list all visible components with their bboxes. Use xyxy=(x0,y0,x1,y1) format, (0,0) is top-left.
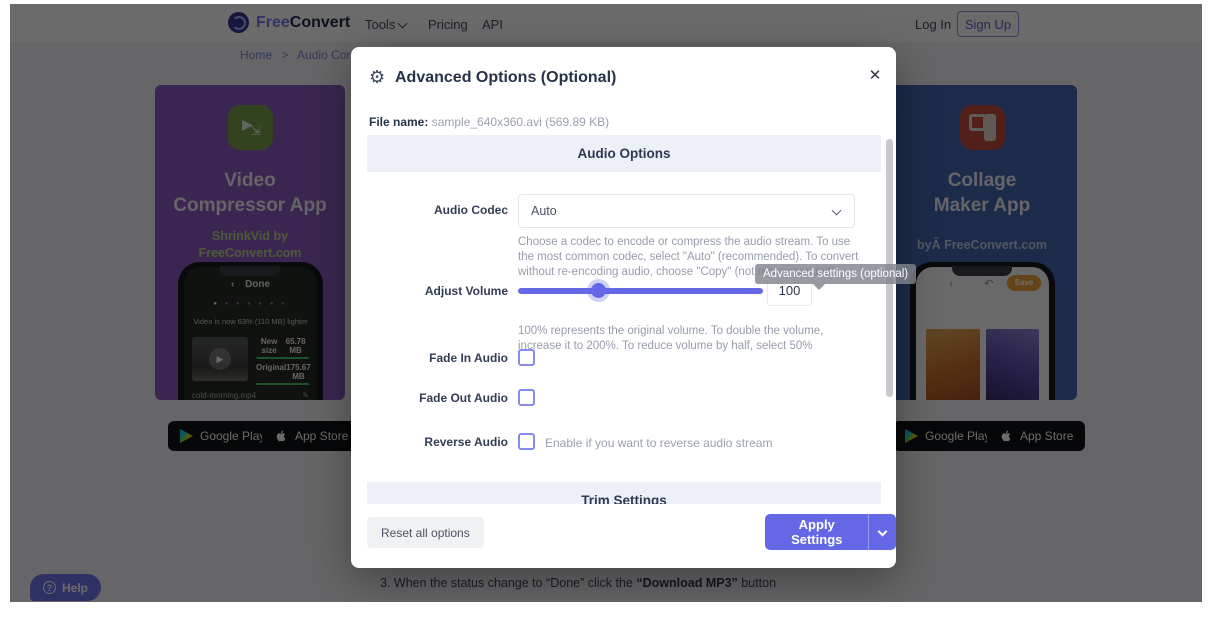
fade-in-checkbox[interactable] xyxy=(518,349,535,366)
volume-slider[interactable] xyxy=(518,283,763,298)
audio-codec-value: Auto xyxy=(531,204,557,218)
file-name-label: File name: xyxy=(369,115,429,129)
fade-out-label: Fade Out Audio xyxy=(419,391,508,405)
file-name-row: File name: sample_640x360.avi (569.89 KB… xyxy=(369,115,609,129)
gear-icon: ⚙ xyxy=(369,67,386,87)
audio-options-section-header: Audio Options xyxy=(367,135,881,172)
page-background: FreeConvert Tools Pricing API Log In Sig… xyxy=(10,4,1202,602)
modal-title: Advanced Options (Optional) xyxy=(395,69,617,86)
modal-scroll-area: Audio Options Audio Codec Auto Choose a … xyxy=(367,135,881,504)
close-icon[interactable]: ✕ xyxy=(863,63,887,87)
trim-settings-section-header: Trim Settings xyxy=(367,482,881,504)
audio-codec-select[interactable]: Auto xyxy=(518,194,855,228)
apply-settings-dropdown-button[interactable] xyxy=(868,514,896,550)
advanced-settings-tooltip: Advanced settings (optional) xyxy=(755,264,917,290)
volume-slider-thumb[interactable] xyxy=(591,283,606,298)
apply-settings-split-button: Apply Settings xyxy=(765,514,896,550)
modal-scrollbar xyxy=(886,135,893,504)
chevron-down-icon xyxy=(831,205,842,216)
chevron-down-icon xyxy=(877,526,888,536)
reset-all-options-button[interactable]: Reset all options xyxy=(367,517,484,548)
fade-in-label: Fade In Audio xyxy=(429,351,508,365)
audio-codec-label: Audio Codec xyxy=(434,203,508,217)
phone-notch xyxy=(220,266,280,276)
fade-out-checkbox[interactable] xyxy=(518,389,535,406)
reverse-audio-label: Reverse Audio xyxy=(424,435,508,449)
phone-notch xyxy=(952,266,1012,276)
file-name-value: sample_640x360.avi (569.89 KB) xyxy=(428,115,610,129)
advanced-options-modal: ⚙ Advanced Options (Optional) ✕ File nam… xyxy=(351,47,917,568)
reverse-audio-note: Enable if you want to reverse audio stre… xyxy=(545,436,773,450)
adjust-volume-help: 100% represents the original volume. To … xyxy=(518,325,824,352)
apply-settings-button[interactable]: Apply Settings xyxy=(765,514,869,550)
adjust-volume-label: Adjust Volume xyxy=(424,284,508,298)
reverse-audio-checkbox[interactable] xyxy=(518,433,535,450)
